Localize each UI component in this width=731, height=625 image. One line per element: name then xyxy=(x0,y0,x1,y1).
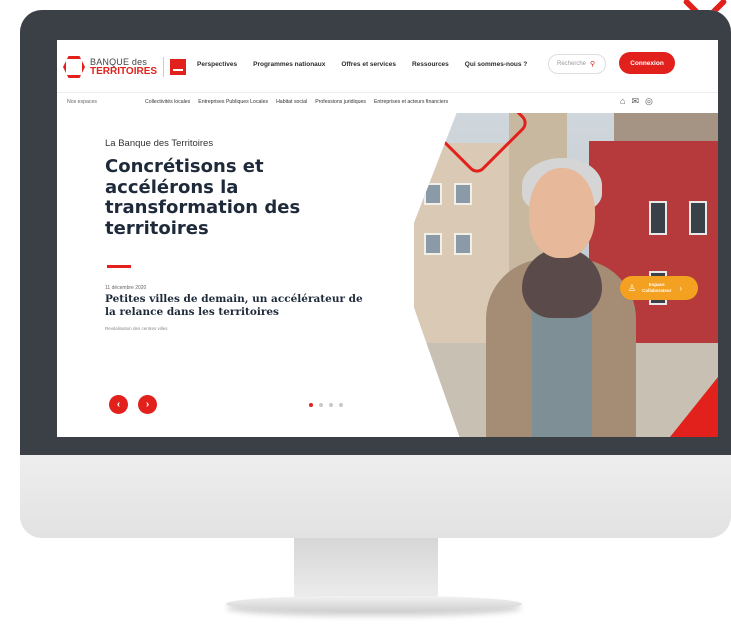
hero-photo xyxy=(414,113,718,437)
monitor-stand-neck xyxy=(294,538,438,600)
search-placeholder: Recherche xyxy=(557,61,587,67)
logo-divider xyxy=(163,57,165,77)
subnav-professions-juridiques[interactable]: Professions juridiques xyxy=(315,99,366,105)
nav-programmes-nationaux[interactable]: Programmes nationaux xyxy=(253,61,325,68)
collaborator-space-button[interactable]: ♙ Espace Collaborateur › xyxy=(620,276,698,300)
main-nav: Perspectives Programmes nationaux Offres… xyxy=(197,61,543,68)
carousel-dot[interactable] xyxy=(309,403,313,407)
news-title-link[interactable]: Petites villes de demain, un accélérateu… xyxy=(105,293,375,319)
home-icon[interactable]: ⌂ xyxy=(620,96,625,107)
search-input[interactable]: Recherche ⚲ xyxy=(548,54,606,74)
subnav-collectivites[interactable]: Collectivités locales xyxy=(145,99,190,105)
caisse-depots-logo-icon xyxy=(170,59,187,75)
search-icon[interactable]: ⚲ xyxy=(590,60,595,68)
subnav-habitat-social[interactable]: Habitat social xyxy=(276,99,307,105)
subnav-entreprises-publiques[interactable]: Entreprises Publiques Locales xyxy=(198,99,268,105)
monitor-frame: BANQUE des TERRITOIRES Perspectives Prog… xyxy=(20,10,731,538)
hero-accent-bar xyxy=(107,265,131,268)
hero-kicker: La Banque des Territoires xyxy=(105,138,214,149)
carousel-prev-button[interactable]: ‹ xyxy=(109,395,128,414)
hero-title: Concrétisons et accélérons la transforma… xyxy=(105,156,301,239)
nav-offres-services[interactable]: Offres et services xyxy=(341,61,396,68)
monitor-chin xyxy=(20,455,731,538)
nav-perspectives[interactable]: Perspectives xyxy=(197,61,237,68)
news-tag[interactable]: Revitalisation des centres villes xyxy=(105,326,168,331)
chevron-right-icon: › xyxy=(679,283,683,293)
website-screen: BANQUE des TERRITOIRES Perspectives Prog… xyxy=(57,40,718,437)
monitor-stand-base xyxy=(226,596,522,612)
sub-navigation: Nos espaces Collectivités locales Entrep… xyxy=(57,93,718,113)
nav-ressources[interactable]: Ressources xyxy=(412,61,449,68)
login-button[interactable]: Connexion xyxy=(619,52,675,74)
accessibility-icon[interactable]: ◎ xyxy=(645,96,653,107)
carousel-next-button[interactable]: › xyxy=(138,395,157,414)
carousel-dots xyxy=(309,403,343,407)
logo-hexagon-icon xyxy=(63,56,85,78)
subnav-title: Nos espaces xyxy=(67,99,97,105)
collab-line-2: Collaborateur xyxy=(642,288,672,293)
site-logo[interactable]: BANQUE des TERRITOIRES xyxy=(63,49,187,85)
mail-icon[interactable]: ✉ xyxy=(631,96,639,107)
subnav-entreprises-financiers[interactable]: Entreprises et acteurs financiers xyxy=(374,99,448,105)
logo-line-2: TERRITOIRES xyxy=(90,66,158,77)
carousel-dot[interactable] xyxy=(339,403,343,407)
news-date: 11 décembre 2020 xyxy=(105,285,147,291)
top-navigation: BANQUE des TERRITOIRES Perspectives Prog… xyxy=(57,40,718,93)
carousel-dot[interactable] xyxy=(319,403,323,407)
nav-qui-sommes-nous[interactable]: Qui sommes-nous ? xyxy=(465,61,527,68)
carousel-dot[interactable] xyxy=(329,403,333,407)
user-icon: ♙ xyxy=(628,282,637,293)
